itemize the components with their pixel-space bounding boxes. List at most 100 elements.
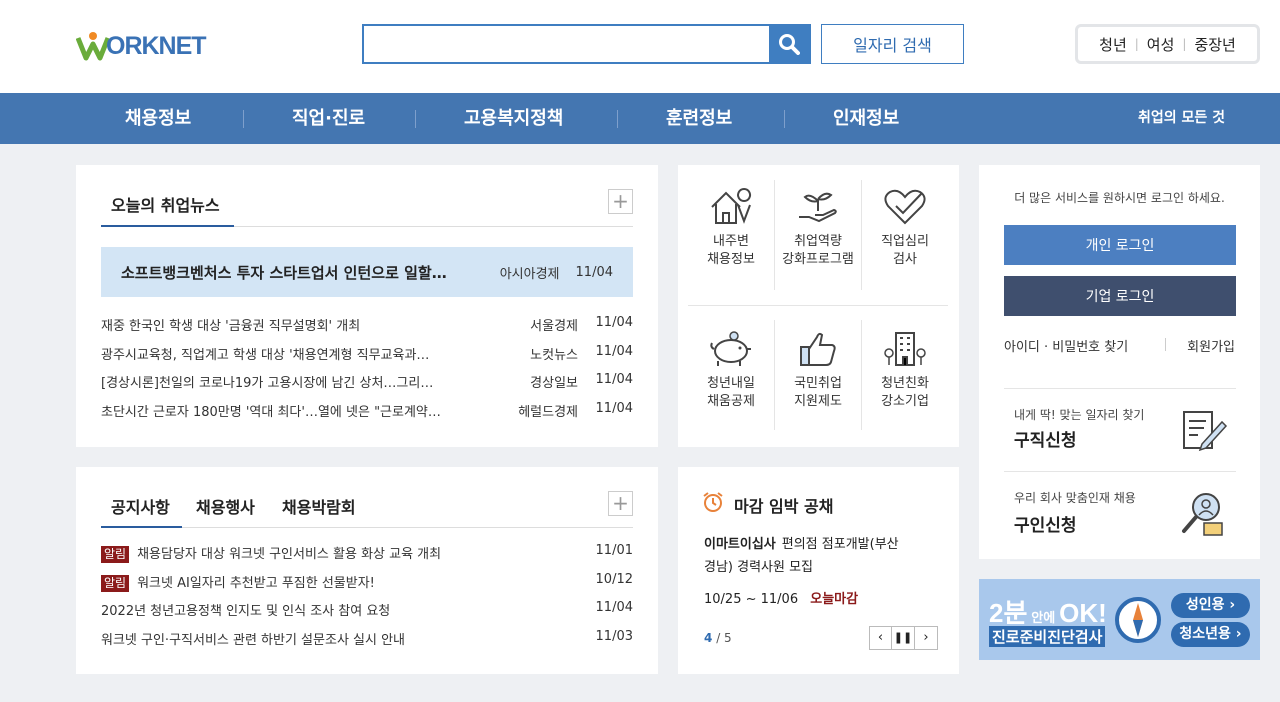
banner-ok: OK! [1059,598,1107,628]
service-label: 검사 [893,252,917,267]
news-date: 11/04 [595,315,633,330]
service-national-employment[interactable]: 국민취업 지원제도 [775,329,861,411]
search-bar [362,24,811,64]
signup-link[interactable]: 회원가입 [1187,336,1235,355]
nav-item-training[interactable]: 훈련정보 [666,93,732,144]
find-account-link[interactable]: 아이디 · 비밀번호 찾기 [1004,336,1128,355]
service-label: 청년친화 [881,376,929,391]
notice-title: 2022년 청년고용정책 인지도 및 인식 조사 참여 요청 [101,604,391,619]
target-youth-link[interactable]: 청년 [1099,34,1127,55]
notice-date: 11/03 [595,629,633,644]
service-label: 청년내일 [707,376,755,391]
service-nearby-jobs[interactable]: 내주변 채용정보 [688,187,774,269]
notice-more-button[interactable]: + [608,491,633,516]
service-label: 직업심리 [881,234,929,249]
nav-item-recruitment[interactable]: 채용정보 [125,93,191,144]
news-item[interactable]: 광주시교육청, 직업계고 학생 대상 '채용연계형 직무교육과… 노컷뉴스 11… [101,344,633,364]
nav-divider [784,110,785,128]
news-more-button[interactable]: + [608,189,633,214]
career-test-banner[interactable]: 2분 안에 OK! 진로준비진단검사 성인용 › 청소년용 › [979,579,1260,660]
notice-date: 10/12 [595,572,633,587]
worknet-logo[interactable]: ORKNET [76,24,236,64]
next-button[interactable]: › [915,626,938,650]
job-search-button[interactable]: 일자리 검색 [821,24,964,64]
prev-button[interactable]: ‹ [869,626,892,650]
nav-divider [415,110,416,128]
deadline-desc: 경남) 경력사원 모집 [704,560,814,575]
service-label: 내주변 [713,234,749,249]
tab-today-news[interactable]: 오늘의 취업뉴스 [111,192,220,216]
apply-subtitle: 내게 딱! 맞는 일자리 찾기 [1014,408,1145,422]
news-date: 11/04 [595,401,633,416]
service-label: 채용정보 [707,252,755,267]
deadline-period: 10/25 ~ 11/06 [704,592,799,607]
pager-controls: ‹ ❚❚ › [869,626,938,650]
logo-text: ORKNET [106,32,207,60]
notice-date: 11/04 [595,600,633,615]
service-youth-savings[interactable]: 청년내일 채움공제 [688,329,774,411]
nav-item-career[interactable]: 직업·진로 [292,93,365,144]
house-location-icon [711,188,752,224]
services-panel: 내주변 채용정보 취업역량 강화프로그램 직업심리 검사 청년내일 채움공제 국… [678,165,959,447]
headline-source: 아시아경제 [499,266,560,282]
employer-apply-link[interactable]: 우리 회사 맞춤인재 채용 구인신청 [1004,473,1236,553]
nav-item-welfare-policy[interactable]: 고용복지정책 [464,93,563,144]
thumbs-up-icon [800,332,836,366]
news-item[interactable]: 재중 한국인 학생 대상 '금융권 직무설명회' 개최 서울경제 11/04 [101,315,633,335]
service-label: 강화프로그램 [782,252,854,267]
apply-title: 구직신청 [1014,431,1077,451]
search-input[interactable] [364,26,769,62]
tab-notices[interactable]: 공지사항 [111,494,170,518]
notice-item[interactable]: 알림 워크넷 AI일자리 추천받고 푸짐한 선물받자! 10/12 [101,572,633,592]
hire-title: 구인신청 [1014,516,1077,536]
search-button[interactable] [769,26,809,62]
news-title: 재중 한국인 학생 대상 '금융권 직무설명회' 개최 [101,319,361,334]
banner-youth-button[interactable]: 청소년용 › [1171,622,1250,647]
building-icon [884,332,926,366]
news-item[interactable]: [경상시론]천일의 코로나19가 고용시장에 남긴 상처…그리… 경상일보 11… [101,372,633,392]
divider: | [1182,37,1187,51]
service-label: 채움공제 [707,394,755,409]
login-panel: 더 많은 서비스를 원하시면 로그인 하세요. 개인 로그인 기업 로그인 아이… [979,165,1260,559]
notice-item[interactable]: 2022년 청년고용정책 인지도 및 인식 조사 참여 요청 11/04 [101,600,633,620]
target-women-link[interactable]: 여성 [1147,34,1175,55]
hire-subtitle: 우리 회사 맞춤인재 채용 [1014,491,1136,505]
pause-button[interactable]: ❚❚ [892,626,915,650]
service-youth-friendly-company[interactable]: 청년친화 강소기업 [862,329,948,411]
compass-icon [1115,597,1161,643]
news-headline[interactable]: 소프트뱅크벤처스 투자 스타트업서 인턴으로 일할… 아시아경제 11/04 [101,247,633,297]
active-tab-indicator [101,225,234,227]
nav-divider [243,110,244,128]
nav-all-about-jobs[interactable]: 취업의 모든 것 [1138,93,1225,144]
notice-title: 워크넷 AI일자리 추천받고 푸짐한 선물받자! [137,576,375,591]
divider [1004,471,1236,472]
nav-item-talent[interactable]: 인재정보 [833,93,899,144]
alert-badge: 알림 [101,546,130,563]
news-date: 11/04 [595,344,633,359]
logo-mark-icon [76,32,110,61]
job-seeker-apply-link[interactable]: 내게 딱! 맞는 일자리 찾기 구직신청 [1004,390,1236,470]
banner-adult-button[interactable]: 성인용 › [1171,593,1250,618]
heart-check-icon [884,189,926,225]
service-career-test[interactable]: 직업심리 검사 [862,187,948,269]
personal-login-button[interactable]: 개인 로그인 [1004,225,1236,265]
target-group-selector: 청년 | 여성 | 중장년 [1075,24,1260,64]
tab-job-fairs[interactable]: 채용박람회 [282,494,356,518]
notice-item[interactable]: 워크넷 구인·구직서비스 관련 하반기 설문조사 실시 안내 11/03 [101,629,633,649]
notice-title: 워크넷 구인·구직서비스 관련 하반기 설문조사 실시 안내 [101,633,406,648]
notice-item[interactable]: 알림 채용담당자 대상 워크넷 구인서비스 활용 화상 교육 개최 11/01 [101,543,633,563]
deadline-status: 오늘마감 [810,592,859,607]
tab-recruit-events[interactable]: 채용행사 [196,494,255,518]
service-competency-program[interactable]: 취업역량 강화프로그램 [775,187,861,269]
news-item[interactable]: 초단시간 근로자 180만명 '역대 최다'…열에 넷은 "근로계약… 헤럴드경… [101,401,633,421]
news-panel: 오늘의 취업뉴스 + 소프트뱅크벤처스 투자 스타트업서 인턴으로 일할… 아시… [76,165,658,447]
banner-big: 2분 [989,598,1028,628]
deadline-title: 마감 임박 공채 [734,497,834,516]
deadline-job[interactable]: 이마트이십사 편의점 점포개발(부산 경남) 경력사원 모집 [704,533,944,579]
service-label: 강소기업 [881,394,929,409]
news-tabs: 오늘의 취업뉴스 [101,187,633,227]
company-login-button[interactable]: 기업 로그인 [1004,276,1236,316]
target-middle-age-link[interactable]: 중장년 [1194,34,1235,55]
active-tab-indicator [101,526,182,528]
piggy-bank-icon [710,331,751,366]
